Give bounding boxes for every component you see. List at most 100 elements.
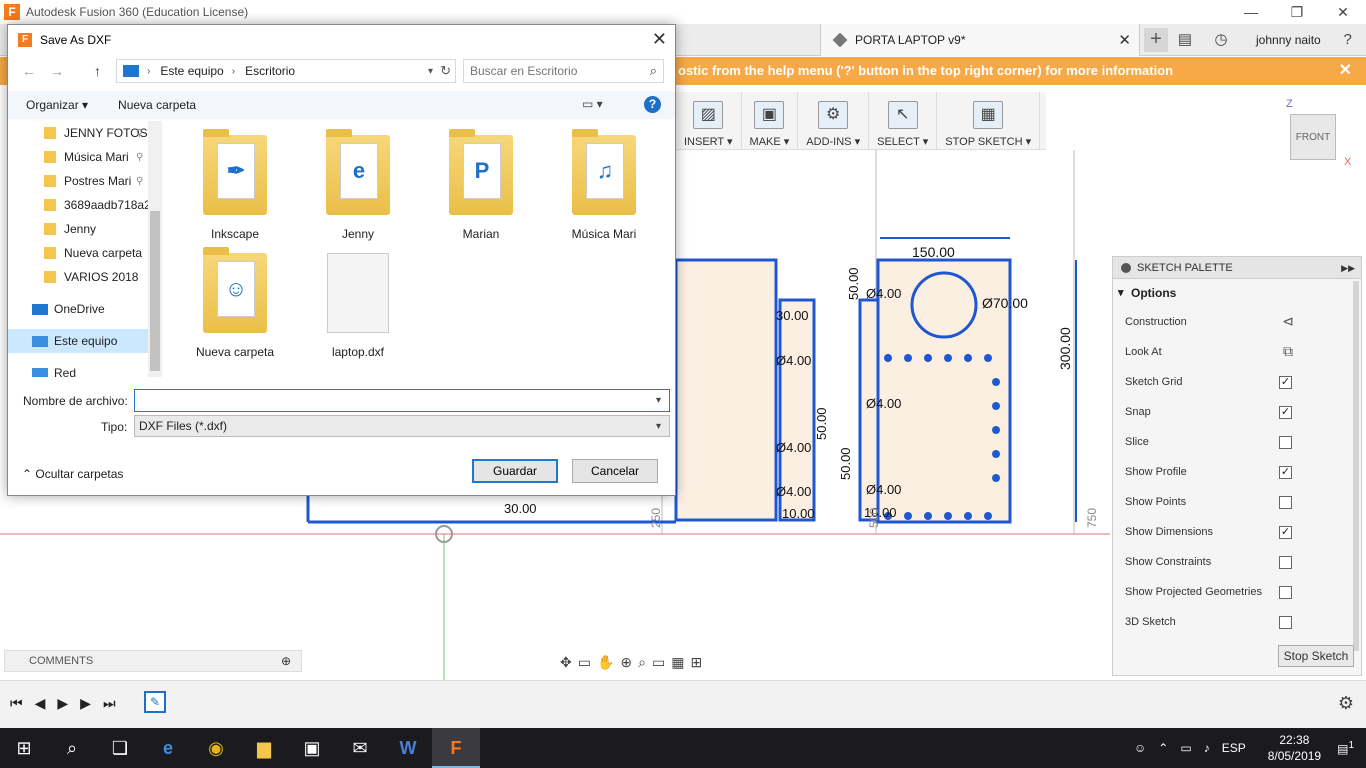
cancel-button[interactable]: Cancelar: [572, 459, 658, 483]
go-to-end-icon[interactable]: ⏭: [103, 695, 116, 712]
breadcrumb-este-equipo[interactable]: Este equipo: [160, 64, 223, 78]
refresh-icon[interactable]: ↻: [440, 63, 451, 79]
pan-icon[interactable]: ✋: [597, 654, 614, 671]
file-item[interactable]: ✒ Inkscape: [180, 129, 290, 245]
nav-folder-item[interactable]: VARIOS 2018: [8, 265, 162, 289]
nav-folder-item[interactable]: JENNY FOTOS ⚲: [8, 121, 162, 145]
palette-row[interactable]: Look At ⧉: [1113, 337, 1361, 367]
file-type-select[interactable]: DXF Files (*.dxf): [134, 415, 670, 437]
palette-row[interactable]: Slice: [1113, 427, 1361, 457]
select-menu[interactable]: ↖ SELECT ▾: [869, 92, 938, 150]
filename-input[interactable]: [134, 389, 670, 412]
orbit-icon[interactable]: ✥: [560, 654, 572, 671]
hide-folders-toggle[interactable]: ⌃ Ocultar carpetas: [22, 467, 123, 481]
dialog-close-button[interactable]: ✕: [652, 29, 667, 50]
palette-checkbox[interactable]: [1279, 555, 1292, 569]
search-icon[interactable]: ⌕: [650, 63, 657, 79]
zoom-icon[interactable]: ⊕: [620, 654, 632, 671]
display-settings-icon[interactable]: ▭: [652, 654, 665, 671]
palette-row[interactable]: Construction ⊲: [1113, 307, 1361, 337]
chevron-down-icon[interactable]: ▾: [428, 66, 433, 77]
maximize-button[interactable]: ❐: [1274, 0, 1320, 24]
pin-icon[interactable]: ⚲: [136, 152, 143, 163]
front-face[interactable]: FRONT: [1290, 114, 1336, 160]
organize-button[interactable]: Organizar ▾: [26, 98, 88, 112]
network-icon[interactable]: ▭: [1180, 741, 1191, 755]
people-icon[interactable]: ☺: [1134, 741, 1146, 755]
file-item[interactable]: ♫ Música Mari: [549, 129, 659, 245]
go-to-start-icon[interactable]: ⏮: [10, 695, 23, 712]
file-item[interactable]: laptop.dxf: [303, 253, 413, 363]
chevron-right-icon[interactable]: ›: [147, 66, 150, 77]
palette-row[interactable]: Sketch Grid ✓: [1113, 367, 1361, 397]
clock-icon[interactable]: ◷: [1212, 32, 1230, 48]
store-icon[interactable]: ▣: [288, 728, 336, 768]
show-hidden-icons-icon[interactable]: ⌃: [1158, 741, 1168, 755]
nav-folder-item[interactable]: 3689aadb718a25: [8, 193, 162, 217]
chrome-icon[interactable]: ◉: [192, 728, 240, 768]
palette-row[interactable]: Show Profile ✓: [1113, 457, 1361, 487]
document-tab[interactable]: PORTA LAPTOP v9* ✕: [820, 24, 1140, 56]
fusion-taskbar-icon[interactable]: F: [432, 728, 480, 768]
stop-sketch-menu[interactable]: ▦ STOP SKETCH ▾: [937, 92, 1041, 150]
palette-header[interactable]: SKETCH PALETTE ▶▶: [1113, 257, 1361, 279]
chevron-down-icon[interactable]: ▾: [656, 421, 661, 432]
viewports-icon[interactable]: ⊞: [690, 654, 702, 671]
pin-icon[interactable]: ⚲: [136, 176, 143, 187]
comments-panel[interactable]: COMMENTS ⊕: [4, 650, 302, 672]
nav-folder-item[interactable]: Nueva carpeta: [8, 241, 162, 265]
look-at-icon[interactable]: ▭: [578, 654, 591, 671]
search-icon[interactable]: ⌕: [48, 728, 96, 768]
palette-row[interactable]: Snap ✓: [1113, 397, 1361, 427]
grid-settings-icon[interactable]: ▦: [671, 654, 684, 671]
expand-icon[interactable]: ▶▶: [1341, 257, 1355, 279]
palette-checkbox[interactable]: [1279, 495, 1292, 509]
close-tab-icon[interactable]: ✕: [1118, 31, 1131, 49]
new-folder-button[interactable]: Nueva carpeta: [118, 98, 196, 112]
file-item[interactable]: e Jenny: [303, 129, 413, 245]
sketch-timeline-marker[interactable]: ✎: [144, 691, 166, 713]
up-arrow-icon[interactable]: ↑: [94, 63, 101, 79]
step-back-icon[interactable]: ◀: [35, 695, 46, 712]
search-input[interactable]: [464, 60, 634, 82]
save-button[interactable]: Guardar: [472, 459, 558, 483]
file-item[interactable]: ☺ Nueva carpeta: [180, 247, 290, 363]
add-comment-icon[interactable]: ⊕: [281, 651, 291, 671]
user-name[interactable]: johnny naito: [1256, 33, 1321, 47]
palette-row-icon[interactable]: ⊲: [1279, 314, 1297, 329]
addins-menu[interactable]: ⚙ ADD-INS ▾: [798, 92, 870, 150]
palette-row[interactable]: Show Points: [1113, 487, 1361, 517]
pin-icon[interactable]: ⚲: [136, 128, 143, 139]
palette-checkbox[interactable]: ✓: [1279, 525, 1292, 539]
palette-row[interactable]: Show Projected Geometries: [1113, 577, 1361, 607]
step-forward-icon[interactable]: ▶: [80, 695, 91, 712]
play-icon[interactable]: ▶: [57, 695, 68, 712]
scrollbar-thumb[interactable]: [150, 211, 160, 371]
palette-checkbox[interactable]: ✓: [1279, 465, 1292, 479]
palette-checkbox[interactable]: ✓: [1279, 405, 1292, 419]
palette-scrollbar[interactable]: [1353, 281, 1359, 651]
palette-row[interactable]: Show Dimensions ✓: [1113, 517, 1361, 547]
help-icon[interactable]: ?: [1339, 32, 1357, 48]
options-section[interactable]: Options: [1113, 279, 1361, 307]
chat-icon[interactable]: ▤: [1176, 32, 1194, 48]
palette-row[interactable]: 3D Sketch: [1113, 607, 1361, 637]
navigation-scrollbar[interactable]: [148, 121, 162, 377]
palette-row[interactable]: Show Constraints: [1113, 547, 1361, 577]
gear-icon[interactable]: ⚙: [1338, 693, 1354, 714]
minimize-button[interactable]: —: [1228, 0, 1274, 24]
chevron-down-icon[interactable]: ▾: [656, 395, 661, 406]
make-menu[interactable]: ▣ MAKE ▾: [742, 92, 799, 150]
forward-arrow-icon[interactable]: →: [50, 63, 64, 79]
fit-icon[interactable]: ⌕: [638, 654, 646, 671]
breadcrumb-escritorio[interactable]: Escritorio: [245, 64, 295, 78]
chevron-right-icon[interactable]: ›: [232, 66, 235, 77]
close-button[interactable]: ✕: [1320, 0, 1366, 24]
file-explorer-icon[interactable]: ▆: [240, 728, 288, 768]
palette-checkbox[interactable]: [1279, 585, 1292, 599]
stop-sketch-button[interactable]: Stop Sketch: [1278, 645, 1354, 667]
notifications-icon[interactable]: ▤1: [1337, 740, 1354, 756]
help-button[interactable]: ?: [644, 96, 661, 113]
palette-row-icon[interactable]: ⧉: [1279, 344, 1297, 359]
edge-icon[interactable]: e: [144, 728, 192, 768]
